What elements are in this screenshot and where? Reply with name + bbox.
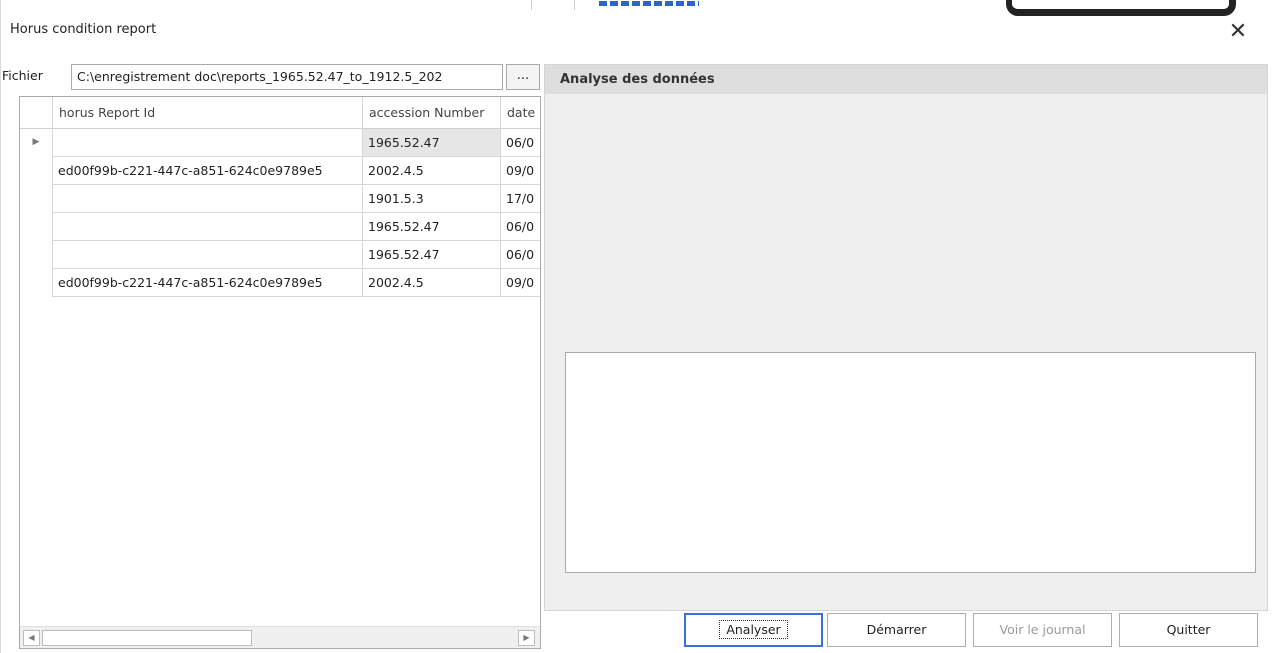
browse-button[interactable]: ...: [506, 64, 540, 90]
cell-accession[interactable]: 1965.52.47: [363, 241, 501, 269]
analyze-button[interactable]: Analyser: [684, 613, 823, 647]
column-header-accession[interactable]: accession Number: [363, 97, 501, 129]
cell-report-id[interactable]: [53, 213, 363, 241]
cell-report-id[interactable]: ed00f99b-c221-447c-a851-624c0e9789e5: [53, 157, 363, 185]
cell-date[interactable]: 09/0: [501, 157, 540, 185]
background-window-fragment: [531, 0, 575, 10]
cell-date[interactable]: 06/0: [501, 241, 540, 269]
file-path-field[interactable]: C:\enregistrement doc\reports_1965.52.47…: [71, 64, 503, 90]
row-header-cell: [20, 269, 53, 297]
view-log-button[interactable]: Voir le journal: [973, 613, 1112, 647]
cell-date[interactable]: 06/0: [501, 213, 540, 241]
analysis-header: Analyse des données: [545, 65, 1267, 94]
cell-report-id[interactable]: [53, 241, 363, 269]
chevron-left-icon[interactable]: ◀: [23, 630, 40, 646]
quit-button[interactable]: Quitter: [1119, 613, 1258, 647]
file-label: Fichier: [2, 68, 43, 83]
background-logo-fragment: [1006, 0, 1236, 16]
cell-report-id[interactable]: [53, 129, 363, 157]
row-header-cell: [20, 157, 53, 185]
analysis-panel: Analyse des données: [544, 64, 1268, 611]
report-grid[interactable]: horus Report Id accession Number date ▶ …: [19, 96, 541, 649]
row-header-cell: [20, 241, 53, 269]
background-link-fragment: [599, 1, 699, 6]
analyze-button-label: Analyser: [719, 620, 788, 639]
scrollbar-thumb[interactable]: [42, 630, 252, 646]
cell-accession[interactable]: 1965.52.47: [363, 213, 501, 241]
column-header-date[interactable]: date: [501, 97, 540, 129]
start-button[interactable]: Démarrer: [827, 613, 966, 647]
cell-date[interactable]: 09/0: [501, 269, 540, 297]
table-row[interactable]: ed00f99b-c221-447c-a851-624c0e9789e5 200…: [20, 269, 540, 297]
table-row[interactable]: 1901.5.3 17/0: [20, 185, 540, 213]
grid-header: horus Report Id accession Number date: [20, 97, 540, 129]
window-title: Horus condition report: [10, 22, 157, 37]
table-row[interactable]: 1965.52.47 06/0: [20, 213, 540, 241]
cell-report-id[interactable]: ed00f99b-c221-447c-a851-624c0e9789e5: [53, 269, 363, 297]
table-row[interactable]: 1965.52.47 06/0: [20, 241, 540, 269]
row-header-cell: [20, 185, 53, 213]
row-header-cell: [20, 213, 53, 241]
cell-accession[interactable]: 2002.4.5: [363, 269, 501, 297]
cell-accession[interactable]: 1901.5.3: [363, 185, 501, 213]
table-row[interactable]: ed00f99b-c221-447c-a851-624c0e9789e5 200…: [20, 157, 540, 185]
horizontal-scrollbar[interactable]: ◀ ▶: [20, 626, 540, 648]
cell-date[interactable]: 06/0: [501, 129, 540, 157]
chevron-right-icon[interactable]: ▶: [518, 630, 535, 646]
title-bar: Horus condition report ✕: [1, 0, 1272, 62]
dialog-window: Horus condition report ✕ Fichier C:\enre…: [0, 0, 1272, 653]
close-icon[interactable]: ✕: [1219, 14, 1257, 50]
cell-report-id[interactable]: [53, 185, 363, 213]
cell-date[interactable]: 17/0: [501, 185, 540, 213]
cell-accession[interactable]: 1965.52.47: [363, 129, 501, 157]
row-indicator-header: [20, 97, 53, 129]
column-header-report-id[interactable]: horus Report Id: [53, 97, 363, 129]
cell-accession[interactable]: 2002.4.5: [363, 157, 501, 185]
table-row[interactable]: ▶ 1965.52.47 06/0: [20, 129, 540, 157]
row-pointer-icon: ▶: [20, 129, 53, 157]
analysis-output-textbox[interactable]: [565, 352, 1256, 573]
